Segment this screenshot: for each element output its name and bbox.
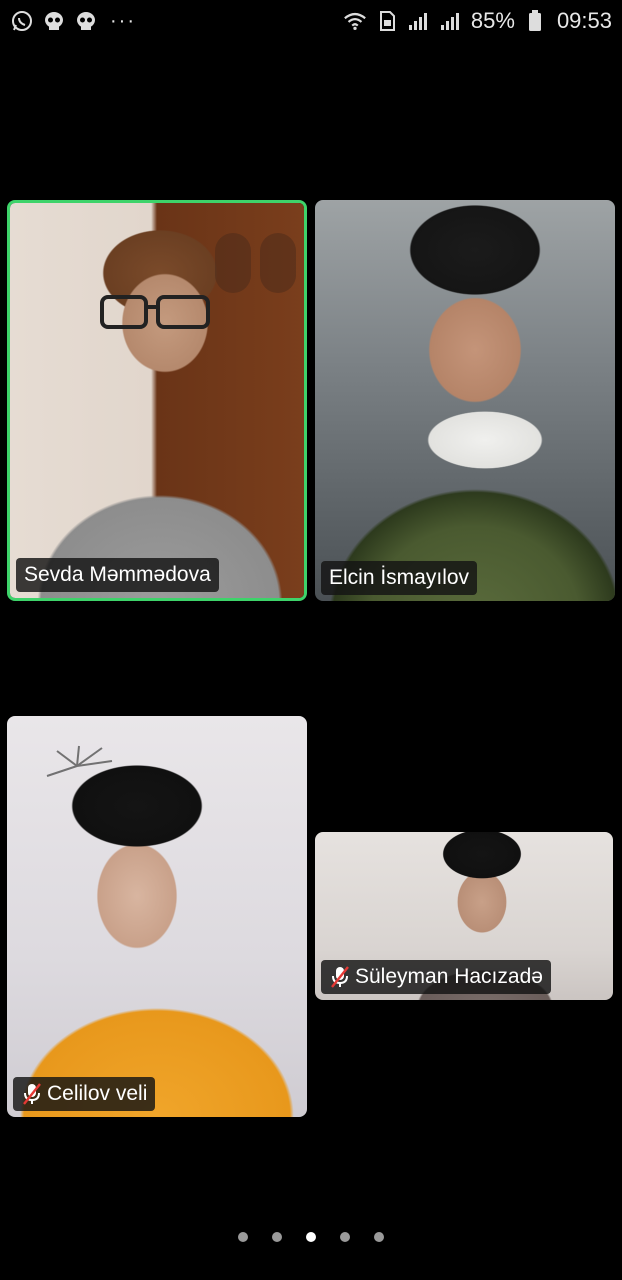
video-tile-sevda[interactable]: Sevda Məmmədova	[7, 200, 307, 601]
video-feed	[10, 203, 304, 598]
participant-name: Süleyman Hacızadə	[355, 965, 543, 988]
video-feed	[315, 200, 615, 601]
participant-name: Celilov veli	[47, 1082, 148, 1105]
participant-name-tag: Süleyman Hacızadə	[321, 960, 551, 994]
wifi-icon	[343, 9, 367, 33]
signal-icon	[439, 9, 463, 33]
video-tile-elcin[interactable]: Elcin İsmayılov	[315, 200, 615, 601]
skull-icon	[74, 9, 98, 33]
status-bar-left: ···	[10, 9, 136, 33]
battery-icon	[523, 9, 547, 33]
participant-name-tag: Celilov veli	[13, 1077, 156, 1111]
skull-icon	[42, 9, 66, 33]
page-dot-2[interactable]	[272, 1232, 282, 1242]
video-feed	[7, 716, 307, 1117]
page-dot-3[interactable]	[306, 1232, 316, 1242]
whatsapp-icon	[10, 9, 34, 33]
mic-muted-icon	[21, 1082, 43, 1106]
sim-card-icon	[375, 9, 399, 33]
page-dot-4[interactable]	[340, 1232, 350, 1242]
video-tile-suleyman[interactable]: Süleyman Hacızadə	[315, 832, 613, 1000]
battery-percent: 85%	[470, 8, 515, 33]
participant-name-tag: Sevda Məmmədova	[16, 558, 219, 592]
participant-name-tag: Elcin İsmayılov	[321, 561, 478, 595]
more-notifications: ···	[110, 10, 136, 32]
page-indicator	[0, 1228, 622, 1246]
participant-name: Elcin İsmayılov	[329, 566, 470, 589]
status-bar: ··· 85% 09:53	[0, 0, 622, 42]
video-tile-celilov[interactable]: Celilov veli	[7, 716, 307, 1117]
page-dot-1[interactable]	[238, 1232, 248, 1242]
meeting-screen: ··· 85% 09:53 Sevda Məmmədova Elcin İsma…	[0, 0, 622, 1280]
clock: 09:53	[556, 8, 612, 33]
status-bar-right: 85% 09:53	[343, 8, 612, 34]
participant-name: Sevda Məmmədova	[24, 563, 211, 586]
page-dot-5[interactable]	[374, 1232, 384, 1242]
mic-muted-icon	[329, 965, 351, 989]
signal-icon	[407, 9, 431, 33]
